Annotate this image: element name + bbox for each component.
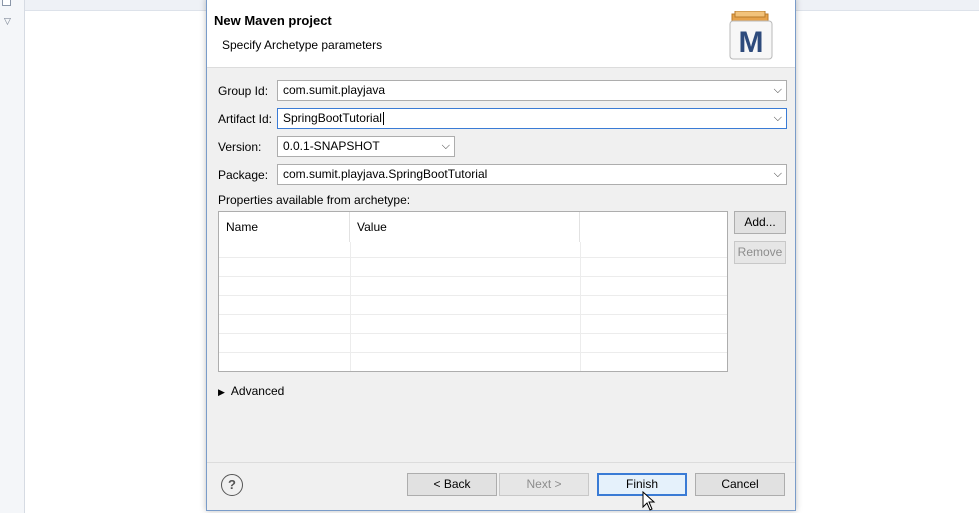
group-id-value: com.sumit.playjava bbox=[283, 83, 386, 97]
next-button[interactable]: Next > bbox=[499, 473, 589, 496]
cancel-button[interactable]: Cancel bbox=[695, 473, 785, 496]
group-id-label: Group Id: bbox=[218, 84, 269, 98]
version-combo[interactable]: 0.0.1-SNAPSHOT ⌵ bbox=[277, 136, 455, 157]
remove-property-button[interactable]: Remove bbox=[734, 241, 786, 264]
grid-line bbox=[219, 257, 727, 258]
package-value: com.sumit.playjava.SpringBootTutorial bbox=[283, 167, 488, 181]
grid-line bbox=[219, 352, 727, 353]
properties-table[interactable]: Name Value bbox=[218, 211, 728, 372]
text-caret bbox=[382, 112, 384, 126]
chevron-down-icon[interactable]: ⌵ bbox=[442, 137, 450, 156]
svg-text:M: M bbox=[739, 26, 764, 59]
group-id-combo[interactable]: com.sumit.playjava ⌵ bbox=[277, 80, 787, 101]
ide-left-panel: ▽ bbox=[0, 0, 25, 513]
version-value: 0.0.1-SNAPSHOT bbox=[283, 139, 380, 153]
expand-triangle-icon[interactable]: ▽ bbox=[4, 17, 11, 26]
artifact-id-combo[interactable]: SpringBootTutorial ⌵ bbox=[277, 108, 787, 129]
grid-line bbox=[219, 314, 727, 315]
dialog-subtitle: Specify Archetype parameters bbox=[222, 38, 383, 52]
grid-line bbox=[219, 333, 727, 334]
caret-right-icon: ▶ bbox=[218, 387, 225, 397]
dialog-banner: New Maven project Specify Archetype para… bbox=[207, 0, 795, 68]
package-combo[interactable]: com.sumit.playjava.SpringBootTutorial ⌵ bbox=[277, 164, 787, 185]
mouse-cursor-icon bbox=[642, 491, 656, 511]
artifact-id-label: Artifact Id: bbox=[218, 112, 273, 126]
chevron-down-icon[interactable]: ⌵ bbox=[774, 81, 782, 100]
version-label: Version: bbox=[218, 140, 262, 154]
column-header-value[interactable]: Value bbox=[350, 212, 580, 242]
grid-line bbox=[219, 276, 727, 277]
column-header-name[interactable]: Name bbox=[219, 212, 350, 242]
advanced-label: Advanced bbox=[230, 384, 285, 398]
artifact-id-value: SpringBootTutorial bbox=[283, 111, 382, 125]
new-maven-project-dialog: New Maven project Specify Archetype para… bbox=[206, 0, 796, 511]
maven-m-icon: M bbox=[729, 11, 773, 60]
add-property-button[interactable]: Add... bbox=[734, 211, 786, 234]
grid-line bbox=[219, 295, 727, 296]
collapse-box-icon[interactable] bbox=[2, 0, 11, 6]
chevron-down-icon[interactable]: ⌵ bbox=[774, 165, 782, 184]
package-label: Package: bbox=[218, 168, 269, 182]
footer-separator bbox=[207, 462, 795, 463]
help-icon[interactable]: ? bbox=[221, 474, 243, 496]
back-button[interactable]: < Back bbox=[407, 473, 497, 496]
properties-label: Properties available from archetype: bbox=[218, 193, 411, 207]
advanced-section-toggle[interactable]: ▶ Advanced bbox=[218, 384, 284, 398]
dialog-title: New Maven project bbox=[214, 13, 332, 28]
chevron-down-icon[interactable]: ⌵ bbox=[774, 109, 782, 128]
